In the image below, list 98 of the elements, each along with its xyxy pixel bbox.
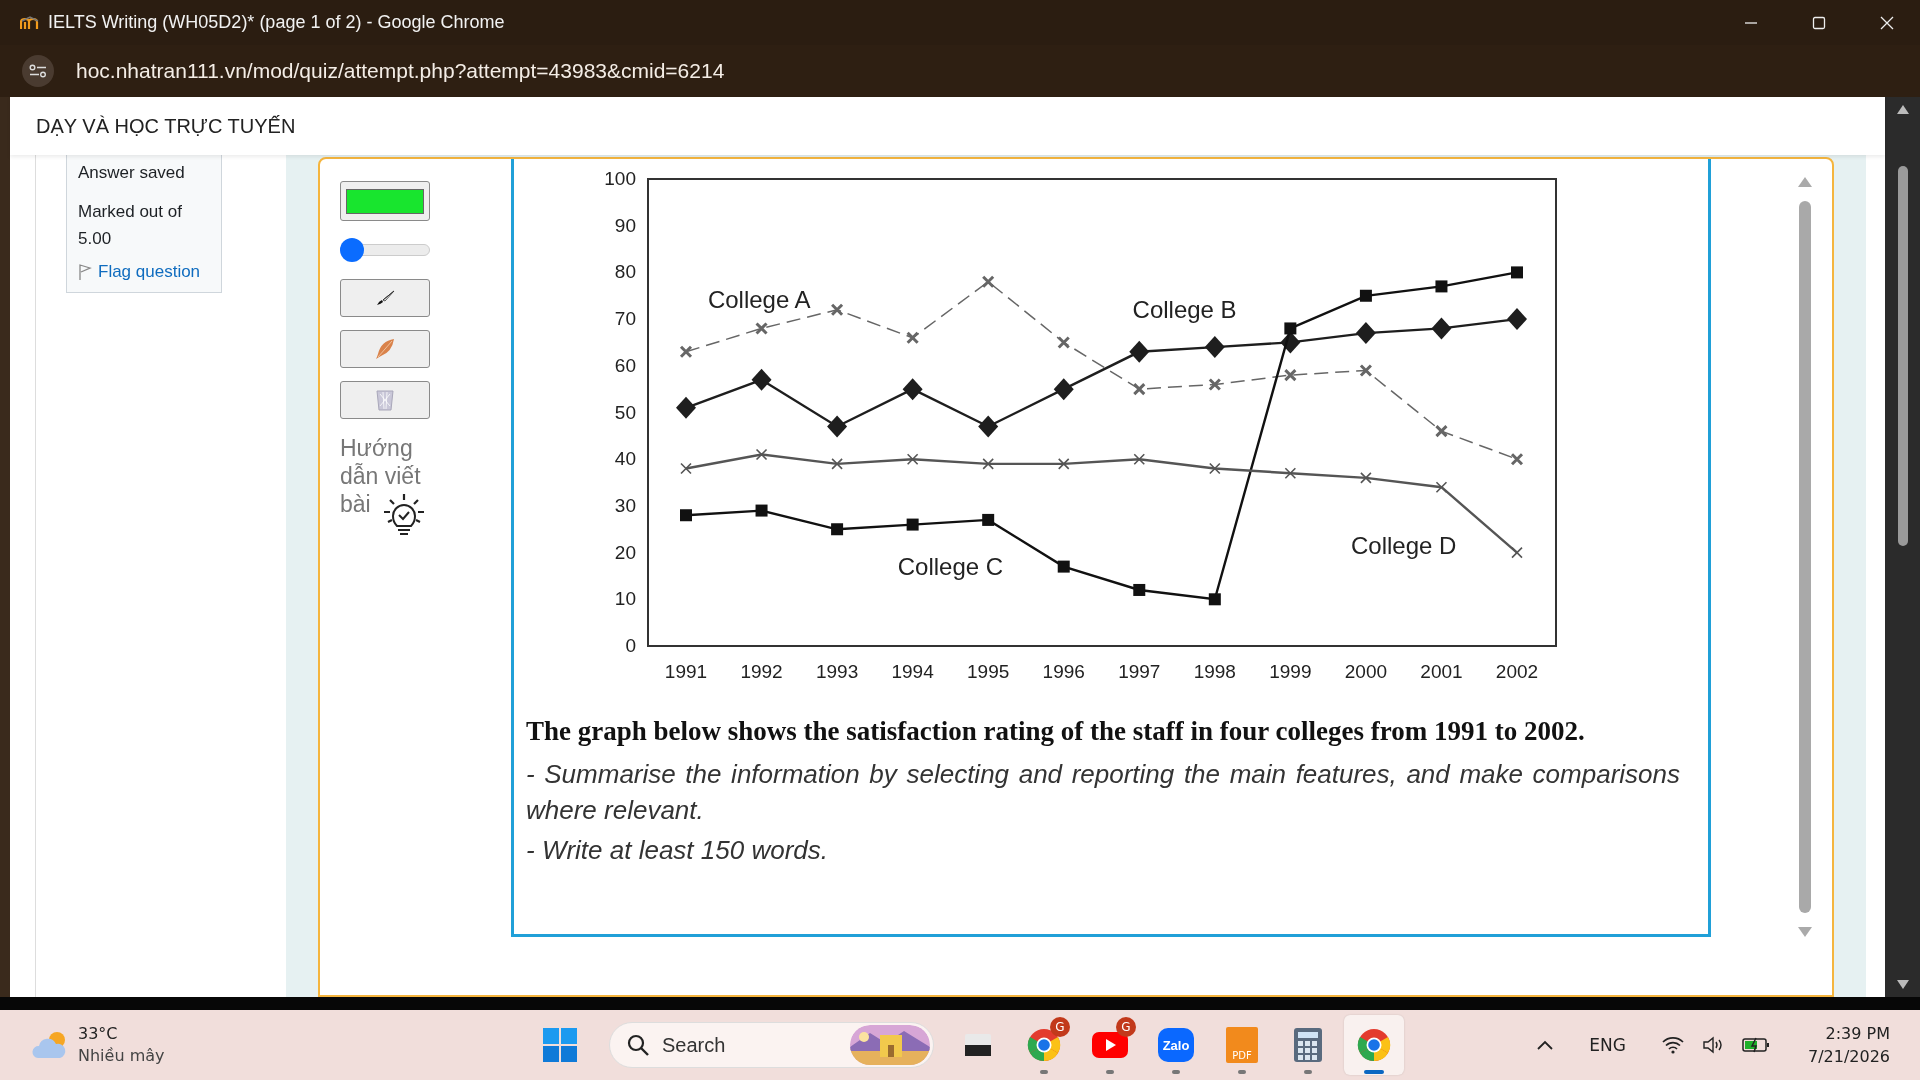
point xyxy=(1435,481,1448,494)
tick-label: 50 xyxy=(614,401,636,423)
time-text: 2:39 PM xyxy=(1825,1023,1890,1045)
tick-label: 1992 xyxy=(740,661,783,682)
series-label: College C xyxy=(897,552,1004,580)
tick-label: 60 xyxy=(614,354,636,376)
point xyxy=(1133,583,1146,596)
weather-widget[interactable]: 33°C Nhiều mây xyxy=(28,1019,169,1071)
point xyxy=(1204,336,1225,359)
notification-badge: G xyxy=(1050,1017,1070,1037)
point xyxy=(831,458,843,470)
tick-label: 1998 xyxy=(1193,661,1236,682)
language-indicator[interactable]: ENG xyxy=(1589,1035,1626,1055)
point xyxy=(1057,335,1071,349)
point xyxy=(1208,377,1222,391)
tick-label: 2000 xyxy=(1344,661,1388,682)
tick-label: 1994 xyxy=(891,661,934,682)
point xyxy=(906,331,920,345)
tick-label: 70 xyxy=(614,308,636,330)
point xyxy=(1057,458,1070,470)
weather-condition: Nhiều mây xyxy=(78,1045,165,1067)
instruction-text: - Write at least 150 words. xyxy=(526,834,829,867)
tick-label: 20 xyxy=(614,541,636,563)
point xyxy=(827,415,848,438)
point xyxy=(1209,462,1221,475)
zalo-logo: Zalo xyxy=(1158,1028,1194,1062)
point xyxy=(982,513,995,526)
date-text: 7/21/2026 xyxy=(1807,1046,1890,1068)
point xyxy=(755,448,768,461)
status-text: Answer saved xyxy=(78,162,186,184)
point xyxy=(981,275,995,289)
point xyxy=(978,415,999,438)
temperature-text: 33°C xyxy=(78,1023,119,1045)
marks-text: Marked out of 5.00 xyxy=(78,201,183,250)
point xyxy=(1435,280,1448,293)
tick-label: 10 xyxy=(614,588,636,610)
pdf-logo: PDF xyxy=(1226,1027,1258,1063)
point xyxy=(1129,340,1150,363)
point xyxy=(679,345,693,359)
point xyxy=(902,378,923,401)
point xyxy=(676,396,696,419)
series-label: College D xyxy=(1351,531,1457,559)
tick-label: 1995 xyxy=(967,661,1010,682)
point xyxy=(680,509,692,522)
writing-guide-link[interactable]: Hướng dẫn viết bài xyxy=(340,434,432,518)
point xyxy=(906,518,919,531)
point xyxy=(1511,546,1523,559)
tick-label: 90 xyxy=(614,214,636,236)
point xyxy=(831,523,844,536)
tick-label: 1996 xyxy=(1042,661,1085,682)
tick-label: 1993 xyxy=(815,661,859,682)
tick-label: 1997 xyxy=(1118,661,1161,682)
point xyxy=(1355,322,1376,345)
point xyxy=(1133,453,1146,465)
tick-label: 40 xyxy=(614,448,636,470)
tick-label: 80 xyxy=(614,261,636,283)
series-label: College B xyxy=(1132,295,1237,323)
tick-label: 2001 xyxy=(1420,661,1463,682)
point xyxy=(1511,266,1523,279)
point xyxy=(1284,467,1297,480)
tick-label: 2002 xyxy=(1495,661,1539,682)
tick-label: 30 xyxy=(614,494,636,516)
site-title[interactable]: DẠY VÀ HỌC TRỰC TUYẾN xyxy=(36,114,296,138)
point xyxy=(680,462,692,475)
instruction-text: - Summarise the information by selecting and reporting the main features, and make comparisons where relevant. xyxy=(526,758,1680,827)
point xyxy=(1057,560,1070,573)
tick-label: 1991 xyxy=(664,661,708,682)
window-title: IELTS Writing (WH05D2)* (page 1 of 2) - Google Chrome xyxy=(48,12,505,33)
point xyxy=(751,368,772,391)
point xyxy=(1359,363,1373,377)
taskbar-app-button[interactable]: G xyxy=(1080,1015,1140,1075)
taskbar-app-button[interactable]: Zalo xyxy=(1146,1015,1206,1075)
point xyxy=(906,453,919,465)
point xyxy=(1507,308,1527,331)
clock[interactable]: 2:39 PM 7/21/2026 xyxy=(1807,1022,1890,1068)
taskbar-app-button[interactable]: G xyxy=(1014,1015,1074,1075)
point xyxy=(1284,322,1297,335)
point xyxy=(1359,289,1372,302)
point xyxy=(1053,378,1074,401)
point xyxy=(1283,368,1297,382)
tick-label: 1999 xyxy=(1269,661,1312,682)
tick-label: 0 xyxy=(625,635,636,656)
point xyxy=(1132,382,1146,396)
series-label: College A xyxy=(707,286,811,314)
question-prompt: The graph below shows the satisfaction rating of the staff in four colleges from 1991 to 2002. xyxy=(526,715,1586,748)
url-text[interactable]: hoc.nhatran111.vn/mod/quiz/attempt.php?attempt=43983&cmid=6214 xyxy=(76,59,725,83)
point xyxy=(1434,424,1448,438)
point xyxy=(1360,472,1372,484)
tick-label: 100 xyxy=(604,168,636,189)
point xyxy=(1208,593,1221,606)
point xyxy=(755,504,768,517)
point xyxy=(830,303,844,317)
notification-badge: G xyxy=(1116,1017,1136,1037)
point xyxy=(1510,452,1524,466)
flag-question-link[interactable]: Flag question xyxy=(78,262,221,282)
point xyxy=(755,321,769,335)
point xyxy=(1431,317,1452,340)
point xyxy=(982,458,994,470)
